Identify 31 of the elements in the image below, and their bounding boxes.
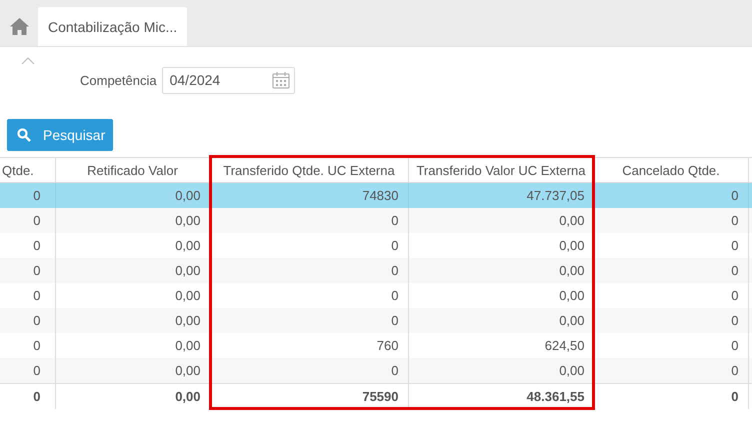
table-cell: 0 xyxy=(210,358,408,384)
total-cell: 0 xyxy=(0,384,55,409)
table-cell: 0 xyxy=(0,283,55,308)
table-cell: 0,00 xyxy=(408,358,594,384)
home-icon xyxy=(10,18,28,35)
table-row[interactable]: 0 0,00 0 0,00 0 xyxy=(0,233,752,258)
table-row[interactable]: 0 0,00 0 0,00 0 xyxy=(0,283,752,308)
table-row[interactable]: 0 0,00 0 0,00 0 xyxy=(0,258,752,283)
table-row[interactable]: 0 0,00 0 0,00 0 xyxy=(0,358,752,384)
table-cell: 0 xyxy=(0,233,55,258)
table-cell: 0,00 xyxy=(55,358,210,384)
table-cell: 0 xyxy=(0,308,55,333)
table-cell: 0 xyxy=(0,258,55,283)
tab[interactable]: Contabilização Mic... xyxy=(38,7,187,46)
table-row[interactable]: 0 0,00 760 624,50 0 xyxy=(0,333,752,358)
total-cell: 75590 xyxy=(210,384,408,409)
table-cell: 0 xyxy=(0,333,55,358)
table-row[interactable]: 0 0,00 0 0,00 0 xyxy=(0,308,752,333)
total-cell: 48.361,55 xyxy=(408,384,594,409)
collapse-chevron-icon[interactable] xyxy=(21,57,35,65)
table-row[interactable]: 0 0,00 0 0,00 0 xyxy=(0,208,752,233)
table-cell: 0 xyxy=(0,208,55,233)
total-cell: 0,00 xyxy=(55,384,210,409)
date-field[interactable]: 04/2024 xyxy=(162,66,295,94)
field-label: Competência xyxy=(80,72,157,88)
table-cell: 0 xyxy=(594,358,748,384)
table-row[interactable]: 0 0,00 74830 47.737,05 0 xyxy=(0,182,752,208)
table-cell: 0 xyxy=(0,358,55,384)
total-cell: 0 xyxy=(594,384,748,409)
search-icon xyxy=(17,128,31,142)
calendar-icon[interactable] xyxy=(272,70,290,88)
